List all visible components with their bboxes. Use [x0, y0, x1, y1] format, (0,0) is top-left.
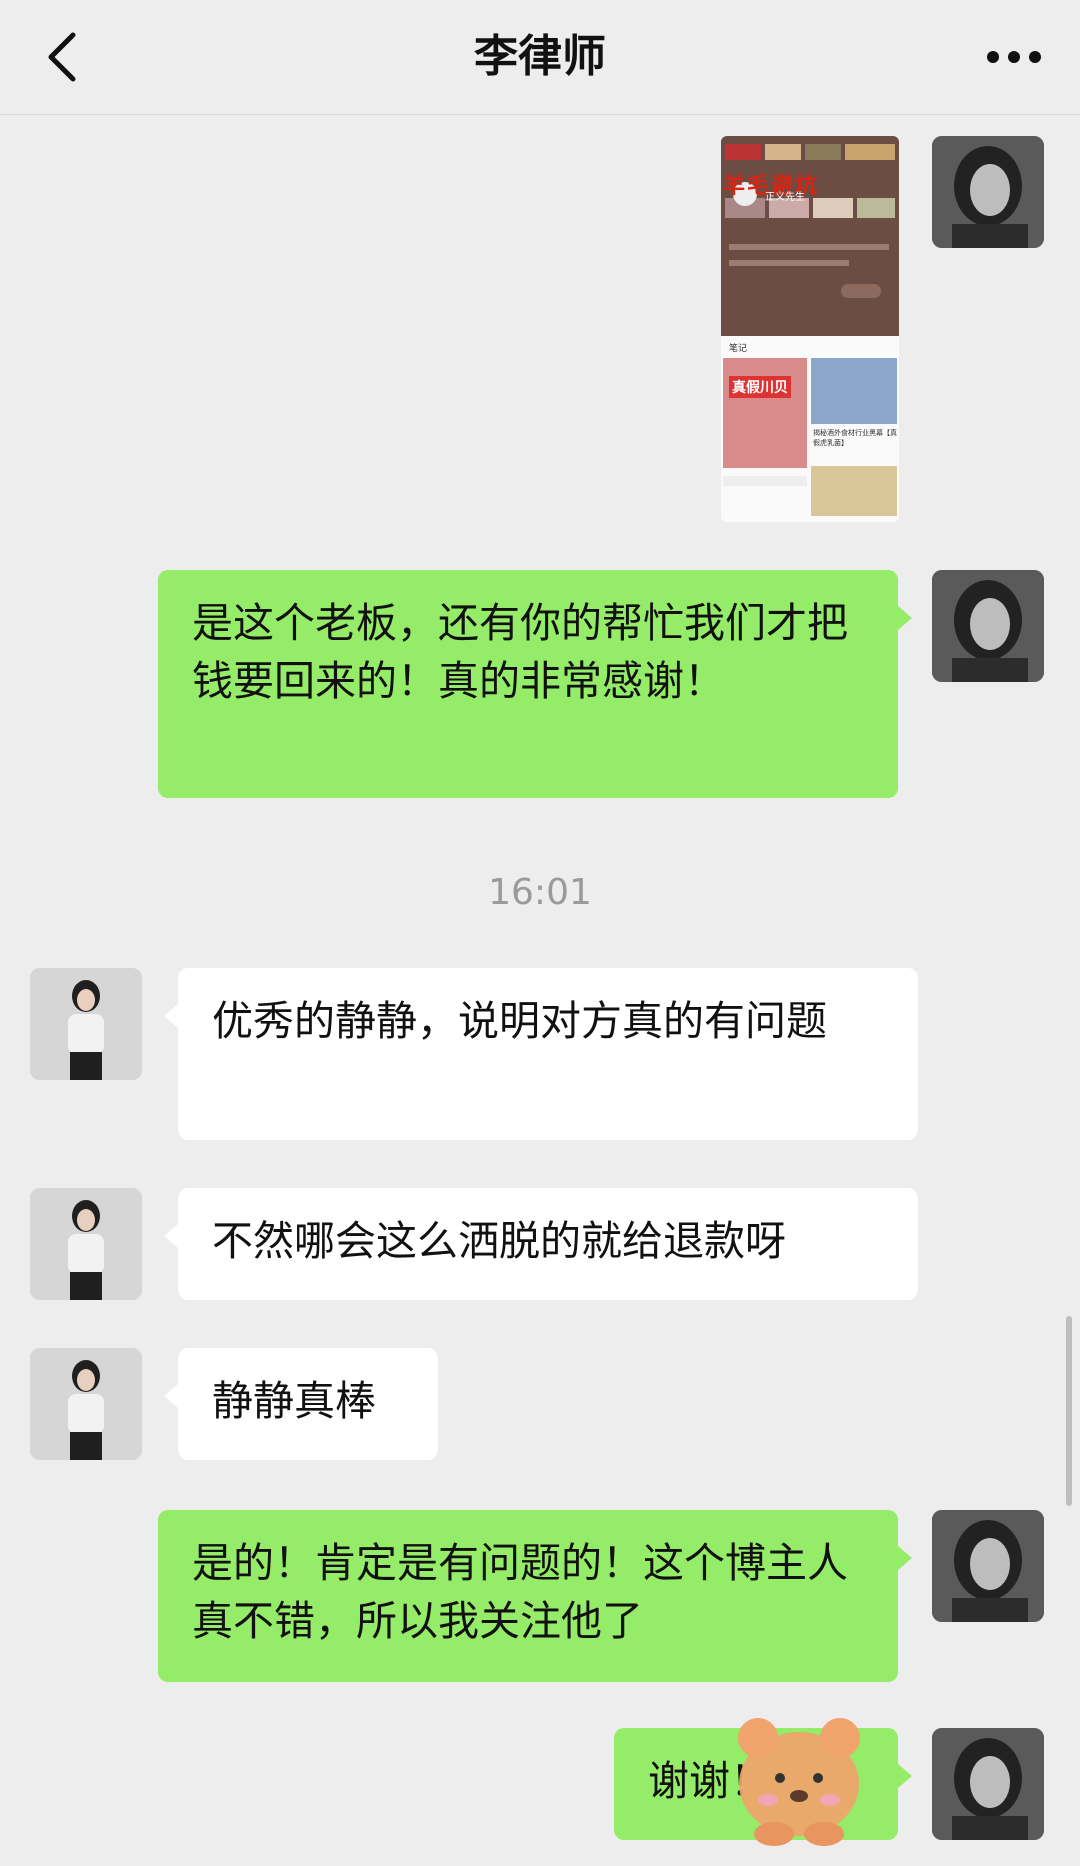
- contact-avatar[interactable]: [30, 1348, 142, 1460]
- screenshot-note-title: 揭秘酒外食材行业黑幕【真假虎乳菌】: [813, 429, 897, 447]
- message-text: 优秀的静静，说明对方真的有问题: [212, 997, 827, 1045]
- message-bubble-received[interactable]: 优秀的静静，说明对方真的有问题: [164, 968, 918, 1140]
- top-bar: 李律师: [0, 0, 1080, 115]
- contact-avatar[interactable]: [30, 968, 142, 1080]
- message-text: 是这个老板，还有你的帮忙我们才把钱要回来的！真的非常感谢！: [192, 599, 848, 705]
- message-bubble-sent[interactable]: 是的！肯定是有问题的！这个博主人真不错，所以我关注他了: [158, 1510, 912, 1682]
- message-bubble-sent[interactable]: 是这个老板，还有你的帮忙我们才把钱要回来的！真的非常感谢！: [158, 570, 912, 798]
- message-bubble-sent[interactable]: 谢谢！: [614, 1718, 912, 1846]
- message-text: 是的！肯定是有问题的！这个博主人真不错，所以我关注他了: [192, 1539, 848, 1645]
- screenshot-author: 正义先生: [765, 192, 805, 203]
- screenshot-tab: 笔记: [729, 344, 748, 354]
- contact-photo-icon: [30, 968, 142, 1080]
- scrollbar[interactable]: [1066, 1316, 1072, 1506]
- my-avatar[interactable]: [932, 1728, 1044, 1840]
- more-dots-icon: [987, 51, 1041, 63]
- user-photo-icon: [932, 1510, 1044, 1622]
- contact-photo-icon: [30, 1348, 142, 1460]
- shared-screenshot-image[interactable]: 羊毛避坑 正义先生 笔记 真假川贝 揭秘酒外食材行业黑幕【真假虎乳菌】: [721, 136, 899, 522]
- bear-sticker-icon: [738, 1718, 860, 1846]
- screenshot-tag: 真假川贝: [729, 376, 791, 398]
- message-bubble-received[interactable]: 不然哪会这么洒脱的就给退款呀: [164, 1188, 918, 1300]
- my-avatar[interactable]: [932, 136, 1044, 248]
- my-avatar[interactable]: [932, 570, 1044, 682]
- user-photo-icon: [932, 570, 1044, 682]
- message-text: 不然哪会这么洒脱的就给退款呀: [212, 1217, 786, 1265]
- timestamp: 16:01: [488, 872, 592, 913]
- more-button[interactable]: [974, 22, 1054, 92]
- message-text: 静静真棒: [212, 1377, 376, 1425]
- chat-title: 李律师: [474, 31, 606, 82]
- user-photo-icon: [932, 1728, 1044, 1840]
- my-avatar[interactable]: [932, 1510, 1044, 1622]
- contact-avatar[interactable]: [30, 1188, 142, 1300]
- contact-photo-icon: [30, 1188, 142, 1300]
- user-photo-icon: [932, 136, 1044, 248]
- message-bubble-received[interactable]: 静静真棒: [164, 1348, 438, 1460]
